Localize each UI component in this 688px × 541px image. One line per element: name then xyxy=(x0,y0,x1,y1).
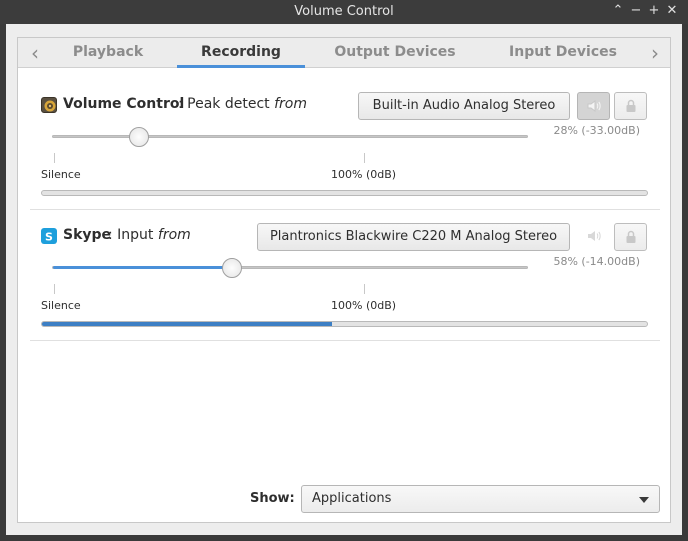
device-select-button[interactable]: Plantronics Blackwire C220 M Analog Ster… xyxy=(257,223,570,251)
tick-silence xyxy=(54,153,55,163)
lock-icon xyxy=(626,99,635,112)
volume-slider-knob[interactable] xyxy=(128,127,149,147)
window-title: Volume Control xyxy=(294,4,394,19)
silence-label: Silence xyxy=(41,168,81,181)
titlebar: Volume Control ⌃ − + ✕ xyxy=(0,0,688,24)
volume-slider[interactable] xyxy=(52,135,528,138)
mute-button[interactable] xyxy=(577,92,610,120)
stream-separator xyxy=(30,340,660,341)
svg-text:S: S xyxy=(45,231,53,244)
speaker-icon xyxy=(587,231,601,241)
tab-scroll-right-icon[interactable]: › xyxy=(644,42,666,64)
show-filter-value: Applications xyxy=(312,491,392,506)
lock-channels-button[interactable] xyxy=(614,92,647,120)
silence-label: Silence xyxy=(41,299,81,312)
show-label: Show: xyxy=(250,491,295,506)
stream-name: Skype xyxy=(63,227,112,243)
client-area: ‹ Playback Recording Output Devices Inpu… xyxy=(6,24,682,535)
mute-button[interactable] xyxy=(577,223,610,251)
stream-description: : Input from xyxy=(108,227,191,243)
tab-scroll-left-icon[interactable]: ‹ xyxy=(24,42,46,64)
volume-control-window: Volume Control ⌃ − + ✕ ‹ Playback Record… xyxy=(0,0,688,541)
chevron-down-icon xyxy=(639,497,649,503)
peak-meter-fill xyxy=(42,322,333,326)
minimize-button[interactable]: − xyxy=(628,3,644,19)
close-button[interactable]: ✕ xyxy=(664,3,680,19)
stream-name: Volume Control xyxy=(63,96,185,112)
tick-100 xyxy=(364,153,365,163)
tick-silence xyxy=(54,284,55,294)
volume-slider-fill xyxy=(53,135,140,138)
tab-playback[interactable]: Playback xyxy=(56,38,160,68)
speaker-icon xyxy=(587,100,601,112)
skype-icon: S xyxy=(41,228,57,244)
lock-channels-button[interactable] xyxy=(614,223,647,251)
audio-speaker-icon xyxy=(41,97,57,113)
tab-recording[interactable]: Recording xyxy=(177,38,305,68)
peak-meter xyxy=(41,321,648,327)
show-filter-select[interactable]: Applications xyxy=(301,485,660,513)
maximize-button[interactable]: + xyxy=(646,3,662,19)
stream-separator xyxy=(30,209,660,210)
notebook: ‹ Playback Recording Output Devices Inpu… xyxy=(17,37,671,523)
peak-meter xyxy=(41,190,648,196)
tab-input-devices[interactable]: Input Devices xyxy=(493,38,633,68)
full-volume-label: 100% (0dB) xyxy=(331,299,397,312)
tick-100 xyxy=(364,284,365,294)
stream-description: : Peak detect from xyxy=(178,96,307,112)
full-volume-label: 100% (0dB) xyxy=(331,168,397,181)
volume-slider[interactable] xyxy=(52,266,528,269)
volume-slider-knob[interactable] xyxy=(221,258,242,278)
volume-slider-fill xyxy=(53,266,233,269)
device-select-button[interactable]: Built-in Audio Analog Stereo xyxy=(358,92,570,120)
volume-readout: 58% (-14.00dB) xyxy=(553,255,640,268)
shade-button[interactable]: ⌃ xyxy=(610,3,626,19)
tab-output-devices[interactable]: Output Devices xyxy=(323,38,467,68)
volume-readout: 28% (-33.00dB) xyxy=(553,124,640,137)
tab-bar: ‹ Playback Recording Output Devices Inpu… xyxy=(18,38,670,68)
lock-icon xyxy=(626,230,635,243)
